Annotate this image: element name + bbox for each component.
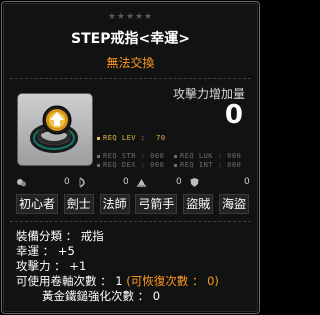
item-tooltip: ★★★★★ STEP戒指<幸運> 無法交換 攻擊力增加量 0 REQ LEV :… <box>1 1 260 314</box>
ring-icon <box>30 105 78 153</box>
recoverable-count: (可恢復次數 ： 0) <box>126 274 219 288</box>
job-list: 初心者 劍士 法師 弓箭手 盜賊 海盜 <box>16 194 249 214</box>
stat-attack: 攻擊力 ： +1 <box>16 259 87 273</box>
req-str: REQ STR : 000 <box>97 152 164 160</box>
upgrades-text: 可使用卷軸次數 ： 1 <box>16 274 127 288</box>
bullet-icon <box>97 136 100 140</box>
job-magician: 法師 <box>99 194 130 214</box>
shield-count: 0 <box>244 177 250 187</box>
bullet-icon <box>174 154 177 158</box>
item-icon-frame <box>17 93 93 166</box>
job-beginner: 初心者 <box>16 194 58 214</box>
icons-row: 0 0 0 0 <box>14 177 250 191</box>
item-title: STEP戒指<幸運> <box>71 31 190 47</box>
job-pirate: 海盜 <box>218 194 249 214</box>
divider <box>10 221 251 222</box>
bow-icon <box>78 177 89 191</box>
trade-status: 無法交換 <box>106 56 155 70</box>
req-int-text: REQ INT : 000 <box>180 161 242 169</box>
bullet-icon <box>97 154 100 158</box>
stat-upgrades: 可使用卷軸次數 ： 1 (可恢復次數 ： 0) <box>16 273 219 289</box>
divider <box>10 78 251 79</box>
req-str-text: REQ STR : 000 <box>103 152 165 160</box>
bullet-icon <box>174 163 177 167</box>
pet-count: 0 <box>64 177 70 187</box>
req-dex-text: REQ DEX : 000 <box>103 161 165 169</box>
stat-category: 裝備分類 ： 戒指 <box>16 229 104 243</box>
hat-count: 0 <box>176 177 182 187</box>
req-luk-text: REQ LUK : 000 <box>180 152 242 160</box>
bow-count: 0 <box>123 177 129 187</box>
req-level-value: 70 <box>156 134 166 142</box>
req-int: REQ INT : 000 <box>174 161 241 169</box>
stat-luck: 幸運 ： +5 <box>16 244 75 258</box>
job-warrior: 劍士 <box>63 194 94 214</box>
star-rating: ★★★★★ <box>107 12 154 22</box>
shield-icon <box>189 177 200 191</box>
req-dex: REQ DEX : 000 <box>97 161 164 169</box>
req-luk: REQ LUK : 000 <box>174 152 241 160</box>
req-level: REQ LEV : 70 <box>97 134 166 142</box>
stat-hammer: 黃金鐵鎚強化次數 ： 0 <box>42 289 161 303</box>
hat-icon <box>136 177 147 191</box>
attack-increase-value: 0 <box>224 100 243 130</box>
pet-icon <box>16 177 27 191</box>
job-thief: 盜賊 <box>183 194 214 214</box>
req-level-label: REQ LEV : <box>103 134 146 142</box>
bullet-icon <box>97 163 100 167</box>
job-bowman: 弓箭手 <box>135 194 178 214</box>
